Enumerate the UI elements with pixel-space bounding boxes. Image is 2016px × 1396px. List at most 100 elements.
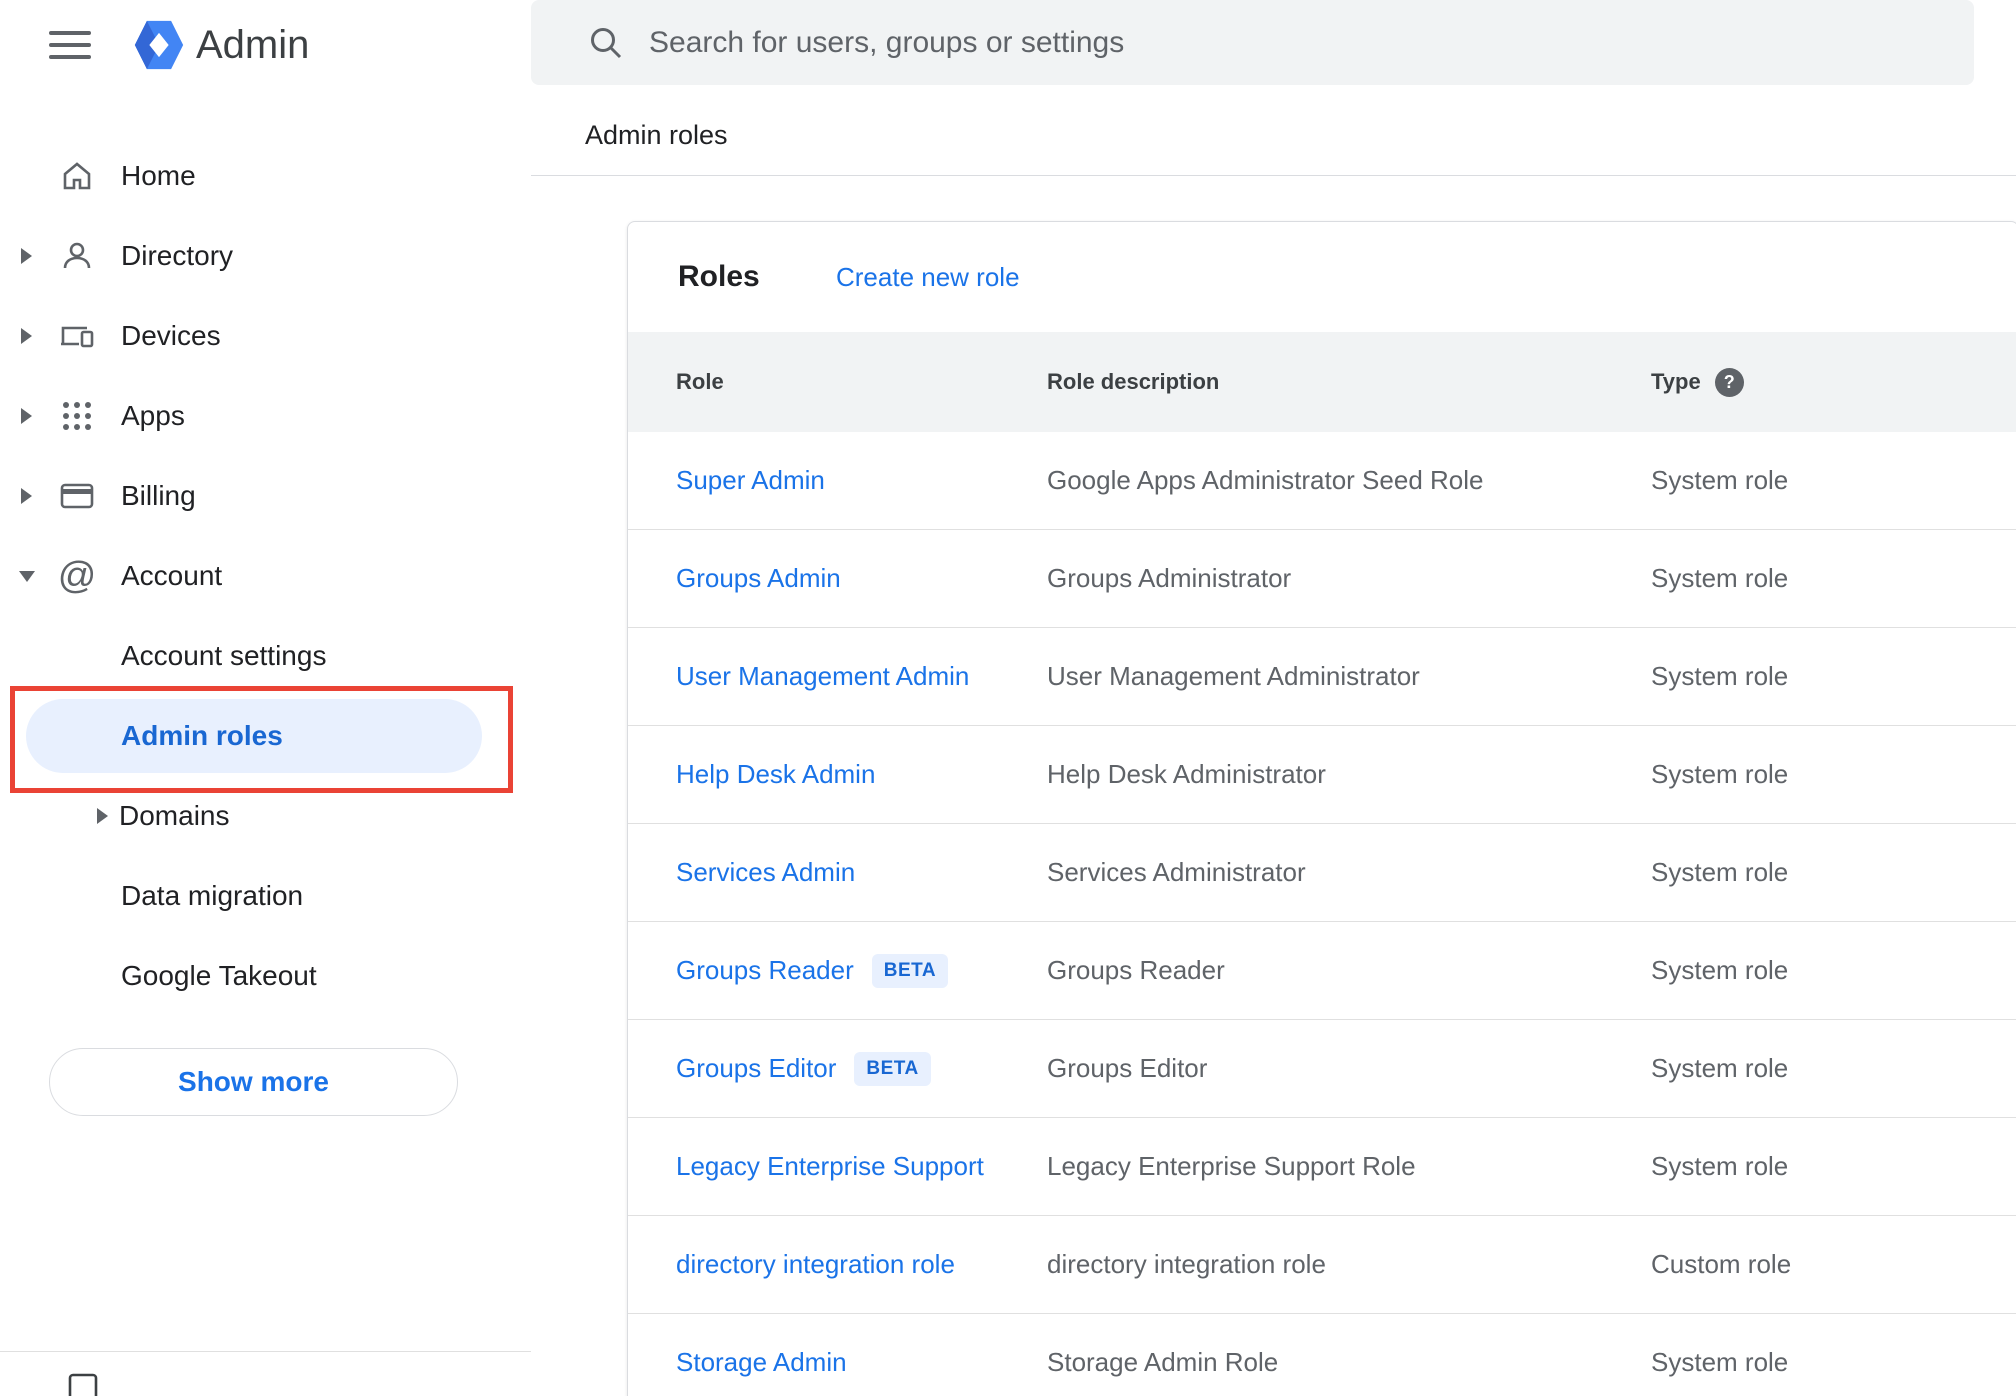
table-header-row: Role Role description Type ? (628, 332, 2016, 432)
sidebar-item-label: Directory (121, 240, 234, 271)
role-link[interactable]: User Management Admin (676, 661, 969, 692)
search-icon (587, 24, 625, 62)
sidebar-item-home[interactable]: Home (0, 136, 531, 216)
table-row: Help Desk Admin Help Desk Administrator … (628, 726, 2016, 824)
role-type: System role (1651, 661, 1789, 691)
role-link[interactable]: Help Desk Admin (676, 759, 875, 790)
header-divider (531, 175, 2016, 176)
role-link[interactable]: Services Admin (676, 857, 855, 888)
sidebar-item-label: Domains (119, 800, 230, 831)
table-row: directory integration role directory int… (628, 1216, 2016, 1314)
selected-pill: Admin roles (26, 699, 482, 773)
sidebar-item-directory[interactable]: Directory (0, 216, 531, 296)
help-icon[interactable]: ? (1714, 367, 1744, 397)
admin-logo-icon (130, 16, 188, 74)
role-type: System role (1651, 955, 1789, 985)
card-title: Roles (678, 260, 760, 293)
sidebar-item-label: Account (121, 560, 223, 591)
menu-icon[interactable] (49, 31, 91, 59)
sidebar-item-label: Devices (121, 320, 221, 351)
table-row: Super Admin Google Apps Administrator Se… (628, 432, 2016, 530)
expand-arrow-icon[interactable] (97, 808, 108, 824)
sidebar-item-label: Admin roles (121, 720, 283, 751)
expand-arrow-icon[interactable] (20, 248, 33, 264)
sidebar-item-account-settings[interactable]: Account settings (0, 616, 531, 696)
sidebar-item-label: Google Takeout (121, 960, 317, 991)
role-description: directory integration role (1047, 1249, 1326, 1279)
role-link[interactable]: Groups Reader (676, 955, 854, 986)
expand-arrow-icon[interactable] (20, 488, 33, 504)
table-row: Groups Reader BETA Groups Reader System … (628, 922, 2016, 1020)
column-header-type: Type ? (1651, 367, 2016, 397)
role-description: Storage Admin Role (1047, 1347, 1279, 1377)
table-row: Groups Admin Groups Administrator System… (628, 530, 2016, 628)
sidebar-item-domains[interactable]: Domains (0, 776, 531, 856)
sidebar-item-billing[interactable]: Billing (0, 456, 531, 536)
role-link[interactable]: Super Admin (676, 465, 825, 496)
sidebar-item-admin-roles[interactable]: Admin roles (0, 696, 531, 776)
sidebar-item-label: Billing (121, 480, 196, 511)
role-type: System role (1651, 759, 1789, 789)
table-row: User Management Admin User Management Ad… (628, 628, 2016, 726)
sidebar-item-label: Data migration (121, 880, 304, 911)
beta-badge: BETA (854, 1051, 931, 1086)
sidebar-header: Admin (0, 0, 531, 90)
role-type: System role (1651, 1053, 1789, 1083)
create-new-role-link[interactable]: Create new role (836, 262, 1020, 293)
table-row: Groups Editor BETA Groups Editor System … (628, 1020, 2016, 1118)
role-description: Groups Editor (1047, 1053, 1208, 1083)
role-type: System role (1651, 563, 1789, 593)
apps-grid-icon (59, 399, 95, 433)
sidebar-nav: Home Directory Devices Apps Billing @ Ac… (0, 136, 531, 1016)
role-link[interactable]: Storage Admin (676, 1347, 847, 1378)
sidebar-item-label: Home (121, 160, 196, 191)
sidebar-item-devices[interactable]: Devices (0, 296, 531, 376)
role-description: Groups Administrator (1047, 563, 1292, 593)
role-description: Groups Reader (1047, 955, 1225, 985)
role-link[interactable]: Groups Editor (676, 1053, 836, 1084)
role-description: Services Administrator (1047, 857, 1306, 887)
role-description: Help Desk Administrator (1047, 759, 1326, 789)
sidebar: Admin Home Directory Devices Apps Billin… (0, 0, 531, 1396)
admin-console-page: Admin Home Directory Devices Apps Billin… (0, 0, 2016, 1396)
role-type: Custom role (1651, 1249, 1792, 1279)
person-icon (59, 238, 95, 274)
sidebar-item-data-migration[interactable]: Data migration (0, 856, 531, 936)
column-header-type-label: Type (1651, 369, 1701, 394)
home-icon (59, 158, 95, 194)
role-type: System role (1651, 465, 1789, 495)
role-description: User Management Administrator (1047, 661, 1420, 691)
role-link[interactable]: directory integration role (676, 1249, 955, 1280)
sidebar-item-apps[interactable]: Apps (0, 376, 531, 456)
breadcrumb: Admin roles (585, 120, 728, 150)
role-description: Google Apps Administrator Seed Role (1047, 465, 1484, 495)
role-type: System role (1651, 1347, 1789, 1377)
sidebar-divider (0, 1351, 531, 1352)
partial-device-icon (66, 1372, 100, 1396)
app-title: Admin (196, 22, 310, 67)
sidebar-item-label: Account settings (121, 640, 327, 671)
role-description: Legacy Enterprise Support Role (1047, 1151, 1416, 1181)
billing-card-icon (59, 478, 95, 514)
search-input[interactable] (649, 25, 1974, 60)
role-type: System role (1651, 1151, 1789, 1181)
collapse-arrow-icon[interactable] (18, 570, 35, 582)
roles-card-header: Roles Create new role (628, 222, 2016, 332)
sidebar-item-account[interactable]: @ Account (0, 536, 531, 616)
role-link[interactable]: Legacy Enterprise Support (676, 1151, 984, 1182)
column-header-description: Role description (1047, 369, 1220, 394)
role-type: System role (1651, 857, 1789, 887)
table-row: Legacy Enterprise Support Legacy Enterpr… (628, 1118, 2016, 1216)
sidebar-item-google-takeout[interactable]: Google Takeout (0, 936, 531, 1016)
roles-card: Roles Create new role Role Role descript… (627, 221, 2016, 1396)
beta-badge: BETA (871, 953, 949, 988)
table-row: Storage Admin Storage Admin Role System … (628, 1314, 2016, 1396)
table-row: Services Admin Services Administrator Sy… (628, 824, 2016, 922)
sidebar-item-label: Apps (121, 400, 185, 431)
at-email-icon: @ (57, 555, 97, 597)
role-link[interactable]: Groups Admin (676, 563, 841, 594)
expand-arrow-icon[interactable] (20, 408, 33, 424)
expand-arrow-icon[interactable] (20, 328, 33, 344)
devices-icon (59, 318, 95, 354)
show-more-button[interactable]: Show more (49, 1048, 458, 1116)
